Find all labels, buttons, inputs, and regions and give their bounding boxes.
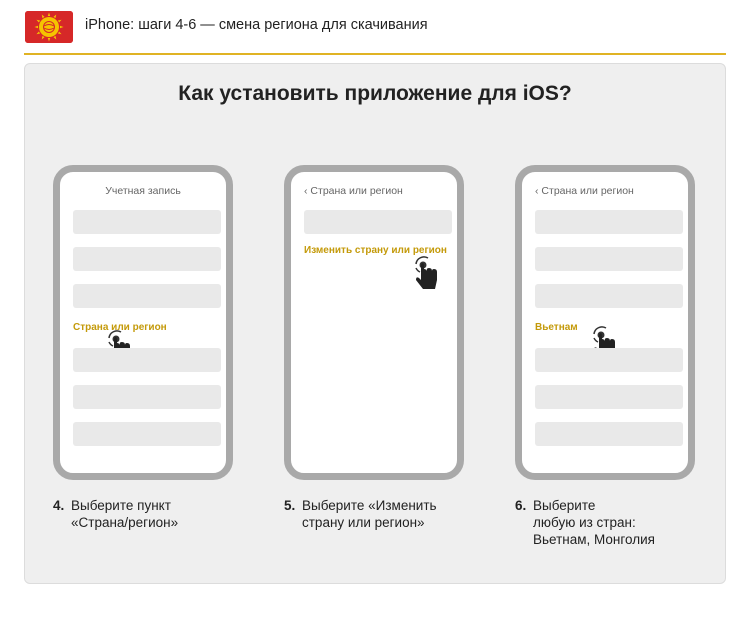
list-item-placeholder[interactable]	[535, 385, 683, 409]
list-item-placeholder[interactable]	[73, 210, 221, 234]
vietnam-item[interactable]: Вьетнам	[535, 322, 578, 333]
step-text-line: Выберите пункт	[71, 498, 171, 513]
step-text-line: страну или регион»	[302, 515, 425, 530]
kyrgyzstan-flag-icon	[25, 11, 73, 43]
step-text-line: любую из стран:	[533, 515, 636, 530]
tap-hand-icon	[415, 256, 437, 289]
phone-mockup-step-5: ‹ Страна или регион Изменить страну или …	[284, 165, 464, 480]
list-item-placeholder[interactable]	[535, 284, 683, 308]
list-item-placeholder[interactable]	[535, 247, 683, 271]
change-country-region-item[interactable]: Изменить страну или регион	[304, 245, 447, 256]
list-item-placeholder[interactable]	[535, 348, 683, 372]
step-number: 5.	[284, 498, 296, 513]
step-text-line: Выберите	[533, 498, 596, 513]
list-item-placeholder[interactable]	[73, 247, 221, 271]
header-title: iPhone: шаги 4-6 — смена региона для ска…	[85, 17, 428, 33]
list-item-placeholder[interactable]	[535, 210, 683, 234]
list-item-placeholder[interactable]	[73, 348, 221, 372]
header-divider	[24, 53, 726, 55]
list-item-placeholder[interactable]	[73, 284, 221, 308]
step-text-line: «Страна/регион»	[71, 515, 179, 530]
phone-mockup-step-4: Учетная запись Страна или регион	[53, 165, 233, 480]
phone-mockup-step-6: ‹ Страна или регион Вьетнам	[515, 165, 695, 480]
page-header: iPhone: шаги 4-6 — смена региона для ска…	[0, 0, 750, 55]
step-number: 6.	[515, 498, 527, 513]
list-item-placeholder[interactable]	[73, 422, 221, 446]
list-item-placeholder[interactable]	[304, 210, 452, 234]
panel-title: Как установить приложение для iOS?	[178, 82, 572, 105]
step-text-line: Выберите «Изменить	[302, 498, 437, 513]
phone-screen-title: ‹ Страна или регион	[304, 185, 403, 197]
phone-screen-title: Учетная запись	[105, 185, 181, 197]
phone-screen-title: ‹ Страна или регион	[535, 185, 634, 197]
list-item-placeholder[interactable]	[73, 385, 221, 409]
step-number: 4.	[53, 498, 65, 513]
step-text-line: Вьетнам, Монголия	[533, 532, 655, 547]
list-item-placeholder[interactable]	[535, 422, 683, 446]
